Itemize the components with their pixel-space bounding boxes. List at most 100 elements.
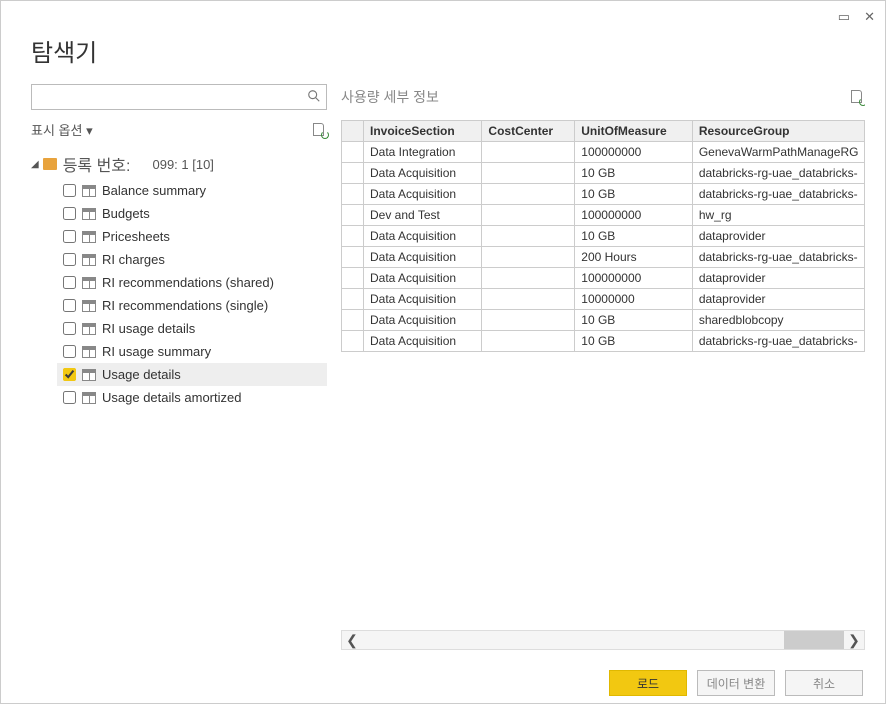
table-cell: Data Acquisition — [364, 163, 482, 184]
row-index-cell — [342, 142, 364, 163]
scroll-track[interactable] — [362, 631, 844, 649]
table-cell: 100000000 — [575, 142, 693, 163]
left-panel: 표시 옵션 ▾ ◢ 등록 번호: 099: 1 [10] Balance sum… — [31, 84, 341, 650]
table-cell: dataprovider — [692, 289, 864, 310]
table-icon — [82, 300, 96, 312]
maximize-icon[interactable]: ▭ — [838, 9, 850, 25]
tree-item-label: RI usage details — [102, 321, 195, 336]
tree-item[interactable]: Usage details — [57, 363, 327, 386]
table-icon — [82, 323, 96, 335]
collapse-icon[interactable]: ◢ — [31, 159, 39, 170]
tree-item-checkbox[interactable] — [63, 253, 76, 266]
tree-item-checkbox[interactable] — [63, 230, 76, 243]
tree-item-label: Usage details amortized — [102, 390, 241, 405]
table-icon — [82, 277, 96, 289]
tree-root-meta: 099: 1 [10] — [152, 157, 213, 172]
row-index-cell — [342, 205, 364, 226]
column-header[interactable]: CostCenter — [482, 121, 575, 142]
row-index-cell — [342, 268, 364, 289]
table-cell: 200 Hours — [575, 247, 693, 268]
table-row[interactable]: Data Acquisition10000000dataprovider — [342, 289, 865, 310]
tree-root[interactable]: ◢ 등록 번호: 099: 1 [10] — [31, 149, 327, 179]
tree-item-checkbox[interactable] — [63, 391, 76, 404]
table-cell — [482, 310, 575, 331]
column-header[interactable]: InvoiceSection — [364, 121, 482, 142]
tree-item[interactable]: Usage details amortized — [57, 386, 327, 409]
table-row[interactable]: Data Acquisition10 GBdatabricks-rg-uae_d… — [342, 184, 865, 205]
tree-item-checkbox[interactable] — [63, 299, 76, 312]
navigator-dialog: ▭ ✕ 탐색기 표시 옵션 ▾ ◢ — [0, 0, 886, 704]
close-icon[interactable]: ✕ — [864, 9, 875, 25]
search-input[interactable] — [37, 90, 307, 105]
table-row[interactable]: Data Acquisition10 GBsharedblobcopy — [342, 310, 865, 331]
table-cell: 10000000 — [575, 289, 693, 310]
scroll-thumb[interactable] — [784, 631, 844, 649]
table-row[interactable]: Data Acquisition10 GBdataprovider — [342, 226, 865, 247]
refresh-icon[interactable] — [313, 123, 327, 137]
table-cell: sharedblobcopy — [692, 310, 864, 331]
row-index-cell — [342, 247, 364, 268]
tree-item-label: RI charges — [102, 252, 165, 267]
table-row[interactable]: Data Acquisition100000000dataprovider — [342, 268, 865, 289]
tree-item-checkbox[interactable] — [63, 368, 76, 381]
search-icon[interactable] — [307, 89, 321, 106]
table-row[interactable]: Dev and Test100000000hw_rg — [342, 205, 865, 226]
tree-item[interactable]: Budgets — [57, 202, 327, 225]
tree-item[interactable]: Balance summary — [57, 179, 327, 202]
search-box[interactable] — [31, 84, 327, 110]
table-cell: databricks-rg-uae_databricks- — [692, 163, 864, 184]
table-cell — [482, 205, 575, 226]
table-row[interactable]: Data Acquisition200 Hoursdatabricks-rg-u… — [342, 247, 865, 268]
tree-item-label: Usage details — [102, 367, 181, 382]
right-panel: 사용량 세부 정보 InvoiceSectionCostCenterUnitOf… — [341, 84, 865, 650]
tree-item-checkbox[interactable] — [63, 322, 76, 335]
table-row[interactable]: Data Acquisition 10 GBdatabricks-rg-uae_d… — [342, 163, 865, 184]
titlebar: ▭ ✕ — [1, 1, 885, 33]
table-cell: 10 GB — [575, 184, 693, 205]
table-cell — [482, 163, 575, 184]
table-row[interactable]: Data Integration100000000GenevaWarmPathM… — [342, 142, 865, 163]
table-cell: 100000000 — [575, 205, 693, 226]
tree-item-label: RI recommendations (shared) — [102, 275, 274, 290]
load-button[interactable]: 로드 — [609, 670, 687, 696]
tree-item[interactable]: RI recommendations (shared) — [57, 271, 327, 294]
table-cell: 10 GB — [575, 163, 693, 184]
preview-table: InvoiceSectionCostCenterUnitOfMeasureRes… — [341, 120, 865, 352]
tree: ◢ 등록 번호: 099: 1 [10] Balance summary Budg… — [31, 149, 327, 409]
table-cell: dataprovider — [692, 268, 864, 289]
tree-item-checkbox[interactable] — [63, 207, 76, 220]
tree-item[interactable]: RI usage details — [57, 317, 327, 340]
tree-item-label: Budgets — [102, 206, 150, 221]
column-header[interactable]: ResourceGroup — [692, 121, 864, 142]
preview-refresh-icon[interactable] — [851, 90, 865, 104]
horizontal-scrollbar[interactable]: ❮ ❯ — [341, 630, 865, 650]
tree-item[interactable]: RI charges — [57, 248, 327, 271]
table-cell: dataprovider — [692, 226, 864, 247]
table-cell: hw_rg — [692, 205, 864, 226]
tree-item-checkbox[interactable] — [63, 276, 76, 289]
table-cell: Data Acquisition — [364, 184, 482, 205]
display-options-label: 표시 옵션 — [31, 123, 82, 138]
column-header[interactable]: UnitOfMeasure — [575, 121, 693, 142]
tree-item[interactable]: RI recommendations (single) — [57, 294, 327, 317]
display-options[interactable]: 표시 옵션 ▾ — [31, 120, 93, 139]
tree-item[interactable]: Pricesheets — [57, 225, 327, 248]
table-cell — [482, 247, 575, 268]
table-cell: Data Acquisition — [364, 268, 482, 289]
tree-item-checkbox[interactable] — [63, 184, 76, 197]
row-index-cell — [342, 184, 364, 205]
transform-button[interactable]: 데이터 변환 — [697, 670, 775, 696]
tree-item[interactable]: RI usage summary — [57, 340, 327, 363]
scroll-left-icon[interactable]: ❮ — [342, 632, 362, 649]
scroll-right-icon[interactable]: ❯ — [844, 632, 864, 649]
table-cell: 10 GB — [575, 226, 693, 247]
table-icon — [82, 231, 96, 243]
table-icon — [82, 369, 96, 381]
tree-item-checkbox[interactable] — [63, 345, 76, 358]
table-row[interactable]: Data Acquisition10 GBdatabricks-rg-uae_d… — [342, 331, 865, 352]
table-icon — [82, 208, 96, 220]
cancel-button[interactable]: 취소 — [785, 670, 863, 696]
row-index-cell — [342, 310, 364, 331]
tree-root-name: 등록 번호: — [63, 152, 131, 176]
table-cell: Data Acquisition — [364, 310, 482, 331]
